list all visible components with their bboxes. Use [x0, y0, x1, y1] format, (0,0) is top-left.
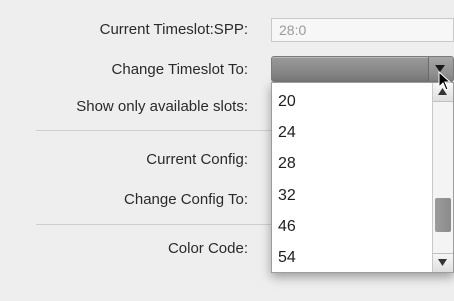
current-timeslot-label: Current Timeslot:SPP: [99, 21, 248, 38]
current-config-label: Current Config: [146, 151, 248, 168]
scroll-down-button[interactable] [433, 253, 453, 272]
timeslot-option[interactable]: 24 [278, 123, 296, 143]
change-timeslot-label: Change Timeslot To: [111, 61, 248, 78]
timeslot-option[interactable]: 20 [278, 92, 296, 112]
scrollbar-thumb[interactable] [435, 197, 451, 232]
scroll-down-arrow-icon [438, 259, 447, 266]
section-divider [36, 130, 271, 131]
timeslot-option[interactable]: 46 [278, 217, 296, 237]
timeslot-option[interactable]: 32 [278, 186, 296, 206]
show-available-slots-label: Show only available slots: [76, 98, 248, 115]
timeslot-option[interactable]: 28 [278, 154, 296, 174]
mouse-pointer-icon [438, 71, 452, 91]
section-divider [36, 224, 271, 225]
dropdown-scrollbar[interactable] [432, 83, 453, 272]
current-timeslot-field: 28:0 [271, 18, 454, 42]
color-code-label: Color Code: [167, 240, 248, 257]
timeslot-config-panel: Current Timeslot:SPP: 28:0 Change Timesl… [0, 0, 454, 301]
timeslot-option[interactable]: 54 [278, 248, 296, 268]
timeslot-dropdown-list[interactable]: 20 24 28 32 46 54 [271, 82, 454, 273]
change-timeslot-select[interactable] [271, 56, 454, 82]
change-config-label: Change Config To: [124, 191, 248, 208]
